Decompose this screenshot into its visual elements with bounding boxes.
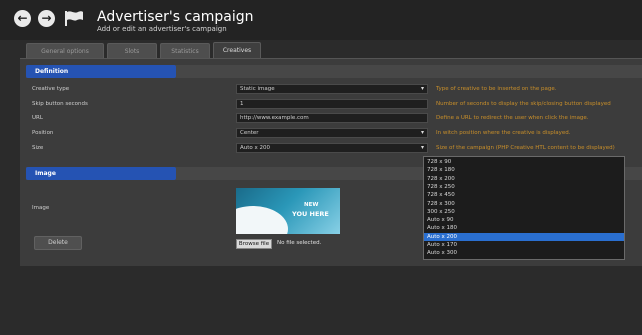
creative-image-preview: NEW YOU HERE — [236, 188, 340, 234]
size-value: Auto x 200 — [240, 145, 271, 151]
skip-seconds-label: Skip button seconds — [32, 101, 88, 107]
size-label: Size — [32, 145, 44, 151]
skip-seconds-help: Number of seconds to display the skip/cl… — [436, 101, 611, 107]
position-label: Position — [32, 130, 54, 136]
browse-file-button[interactable]: Browse file — [236, 239, 272, 249]
size-option[interactable]: Auto x 180 — [424, 224, 624, 232]
position-help: In witch position where the creative is … — [436, 130, 571, 136]
size-option-selected[interactable]: Auto x 200 — [424, 232, 624, 241]
position-value: Center — [240, 130, 259, 136]
size-option[interactable]: Auto x 170 — [424, 241, 624, 249]
creative-type-select[interactable]: Static image ▾ — [236, 84, 428, 94]
image-label: Image — [32, 205, 50, 211]
definition-section-bar: Definition — [26, 65, 642, 78]
url-help: Define a URL to redirect the user when c… — [436, 115, 589, 121]
arrow-right-icon[interactable]: → — [38, 10, 55, 27]
definition-header[interactable]: Definition — [26, 65, 176, 78]
tab-general-options[interactable]: General options — [26, 43, 104, 58]
size-option[interactable]: Auto x 300 — [424, 249, 624, 257]
size-option[interactable]: 728 x 250 — [424, 183, 624, 191]
size-select[interactable]: Auto x 200 ▾ — [236, 143, 428, 153]
chevron-down-icon: ▾ — [420, 129, 424, 136]
size-option[interactable]: Auto x 90 — [424, 216, 624, 224]
flag-icon[interactable] — [64, 10, 84, 27]
chevron-down-icon: ▾ — [420, 85, 424, 92]
url-input[interactable]: http://www.example.com — [236, 113, 428, 123]
tab-slots[interactable]: Slots — [107, 43, 157, 58]
app-header: ← → Advertiser's campaign Add or edit an… — [0, 0, 642, 40]
size-option[interactable]: 728 x 200 — [424, 175, 624, 183]
image-header[interactable]: Image — [26, 167, 176, 180]
creative-type-help: Type of creative to be inserted on the p… — [436, 86, 557, 92]
size-option[interactable]: 728 x 180 — [424, 166, 624, 174]
page-title: Advertiser's campaign — [97, 9, 254, 25]
size-option[interactable]: 728 x 300 — [424, 200, 624, 208]
position-select[interactable]: Center ▾ — [236, 128, 428, 138]
size-option[interactable]: 300 x 250 — [424, 208, 624, 216]
size-help: Size of the campaign (PHP Creative HTL c… — [436, 145, 615, 151]
creative-type-value: Static image — [240, 86, 275, 92]
chevron-down-icon: ▾ — [420, 144, 424, 151]
skip-seconds-input[interactable]: 1 — [236, 99, 428, 109]
size-option[interactable]: 728 x 90 — [424, 158, 624, 166]
creative-type-label: Creative type — [32, 86, 70, 92]
size-option[interactable]: 728 x 450 — [424, 191, 624, 199]
size-dropdown-list[interactable]: 728 x 90 728 x 180 728 x 200 728 x 250 7… — [423, 156, 625, 260]
file-status-text: No file selected. — [277, 240, 322, 246]
thumb-text-new: NEW — [304, 202, 319, 208]
tab-statistics[interactable]: Statistics — [160, 43, 210, 58]
arrow-left-icon[interactable]: ← — [14, 10, 31, 27]
url-value: http://www.example.com — [240, 115, 309, 121]
swoosh-graphic — [236, 206, 288, 234]
thumb-text-you-here: YOU HERE — [292, 210, 329, 218]
page-subtitle: Add or edit an advertiser's campaign — [97, 25, 227, 33]
url-label: URL — [32, 115, 43, 121]
tab-creatives[interactable]: Creatives — [213, 42, 261, 59]
skip-seconds-value: 1 — [240, 101, 244, 107]
delete-button[interactable]: Delete — [34, 236, 82, 250]
